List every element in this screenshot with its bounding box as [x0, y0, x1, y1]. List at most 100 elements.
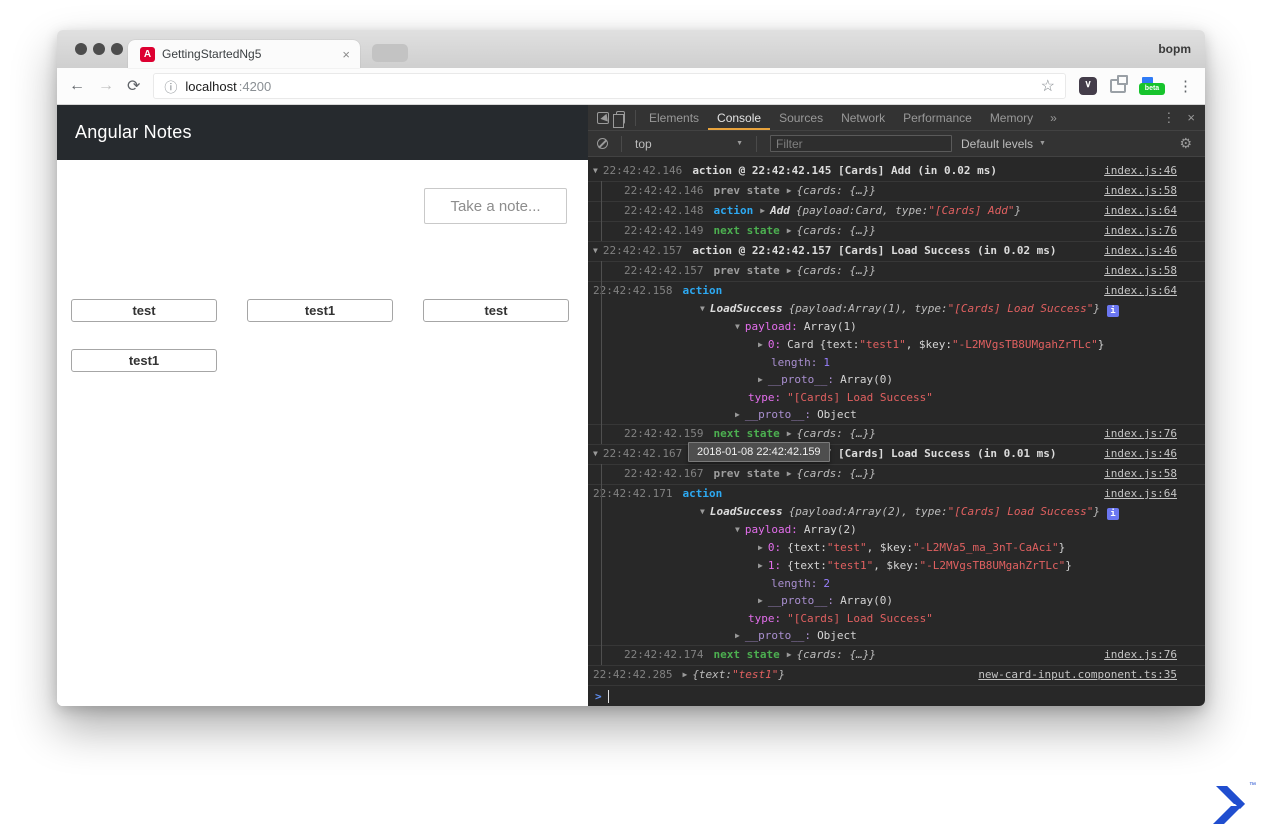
source-link[interactable]: index.js:64: [1092, 204, 1177, 218]
group-header: ▼ 22:42:42.167 action @ 22:42:42.167 [Ca…: [588, 444, 1205, 464]
chrome-menu-icon[interactable]: ⋮: [1178, 77, 1193, 95]
object-preview[interactable]: {cards: {…}}: [797, 427, 876, 441]
tab-title: GettingStartedNg5: [162, 47, 340, 61]
screenshot-extension-icon[interactable]: [1110, 79, 1126, 93]
source-link[interactable]: index.js:58: [1092, 467, 1177, 481]
source-link[interactable]: index.js:46: [1092, 447, 1177, 461]
object-preview[interactable]: {cards: {…}}: [797, 224, 876, 238]
console-group: ▼ 22:42:42.146 action @ 22:42:42.145 [Ca…: [588, 162, 1205, 241]
expand-triangle-icon[interactable]: ▶: [787, 427, 792, 441]
back-icon[interactable]: ←: [69, 77, 85, 95]
expand-triangle-icon[interactable]: ▶: [787, 224, 792, 238]
expand-triangle-icon[interactable]: ▶: [787, 184, 792, 198]
object-preview[interactable]: {cards: {…}}: [797, 467, 876, 481]
traffic-light-zoom-icon[interactable]: [111, 43, 123, 55]
source-link[interactable]: new-card-input.component.ts:35: [966, 668, 1177, 682]
expand-triangle-icon[interactable]: ▶: [735, 408, 740, 422]
expand-triangle-icon[interactable]: ▶: [758, 373, 763, 387]
forward-icon[interactable]: →: [98, 77, 114, 95]
note-card[interactable]: test: [423, 299, 569, 322]
collapse-triangle-icon[interactable]: ▼: [700, 505, 705, 519]
expand-triangle-icon[interactable]: ▶: [758, 559, 763, 573]
tab-memory[interactable]: Memory: [981, 106, 1042, 130]
more-tabs-icon[interactable]: »: [1042, 111, 1065, 125]
note-card[interactable]: test1: [71, 349, 217, 372]
tree-row: ▼ payload: Array(2): [588, 521, 1205, 539]
address-bar[interactable]: ⓘ localhost :4200 ☆: [153, 73, 1066, 99]
expand-triangle-icon[interactable]: ▶: [787, 467, 792, 481]
source-link[interactable]: index.js:64: [1092, 487, 1177, 501]
collapse-triangle-icon[interactable]: ▼: [593, 244, 598, 258]
source-link[interactable]: index.js:46: [1092, 164, 1177, 178]
console-filter-input[interactable]: [770, 135, 952, 152]
tab-close-icon[interactable]: ×: [340, 47, 352, 62]
traffic-light-minimize-icon[interactable]: [93, 43, 105, 55]
prev-state-label: prev state: [713, 264, 779, 278]
new-tab-button[interactable]: [372, 44, 408, 62]
log-levels-selector[interactable]: Default levels ▼: [961, 137, 1046, 151]
tab-performance[interactable]: Performance: [894, 106, 981, 130]
traffic-light-close-icon[interactable]: [75, 43, 87, 55]
beta-badge: beta: [1139, 83, 1165, 95]
source-link[interactable]: index.js:76: [1092, 427, 1177, 441]
tree-row: type: "[Cards] Load Success": [588, 610, 1205, 627]
info-badge-icon[interactable]: i: [1107, 305, 1119, 317]
collapse-triangle-icon[interactable]: ▼: [700, 302, 705, 316]
collapse-triangle-icon[interactable]: ▼: [593, 447, 598, 461]
console-settings-gear-icon[interactable]: ⚙: [1179, 135, 1196, 152]
collapse-triangle-icon[interactable]: ▼: [735, 523, 740, 537]
source-link[interactable]: index.js:58: [1092, 184, 1177, 198]
expand-triangle-icon[interactable]: ▶: [682, 668, 687, 682]
collapse-triangle-icon[interactable]: ▼: [593, 164, 598, 178]
object-preview[interactable]: {cards: {…}}: [797, 184, 876, 198]
source-link[interactable]: index.js:76: [1092, 224, 1177, 238]
pocket-extension-icon[interactable]: ∨: [1079, 77, 1097, 95]
expand-triangle-icon[interactable]: ▶: [787, 264, 792, 278]
source-link[interactable]: index.js:76: [1092, 648, 1177, 662]
tab-console[interactable]: Console: [708, 106, 770, 130]
reload-icon[interactable]: ⟳: [127, 76, 140, 96]
divider: [621, 136, 622, 152]
object-preview[interactable]: {cards: {…}}: [797, 648, 876, 662]
expand-triangle-icon[interactable]: ▶: [758, 594, 763, 608]
beta-extension-icon[interactable]: beta: [1139, 77, 1165, 95]
devtools-close-icon[interactable]: ×: [1187, 110, 1195, 125]
tab-elements[interactable]: Elements: [640, 106, 708, 130]
tree-row: ▶ 0: Card {text: "test1", $key: "-L2MVgs…: [588, 336, 1205, 354]
source-link[interactable]: index.js:58: [1092, 264, 1177, 278]
console-row: 22:42:42.146 prev state ▶ {cards: {…}} i…: [588, 181, 1205, 201]
device-toolbar-icon[interactable]: [616, 111, 625, 124]
context-selector[interactable]: top ▼: [635, 137, 743, 151]
note-card[interactable]: test: [71, 299, 217, 322]
devtools-menu-icon[interactable]: ⋮: [1162, 110, 1175, 126]
bookmark-star-icon[interactable]: ☆: [1041, 76, 1055, 96]
tab-network[interactable]: Network: [832, 106, 894, 130]
console-prompt[interactable]: >: [588, 685, 1205, 705]
tab-sources[interactable]: Sources: [770, 106, 832, 130]
toptal-logo: ™: [1204, 784, 1256, 830]
console-group: ▼ 22:42:42.167 action @ 22:42:42.167 [Ca…: [588, 444, 1205, 665]
tree-row: ▶ __proto__: Array(0): [588, 371, 1205, 389]
action-class-name[interactable]: Add: [770, 204, 790, 218]
object-preview[interactable]: {cards: {…}}: [797, 264, 876, 278]
page-info-icon[interactable]: ⓘ: [164, 77, 177, 96]
take-a-note-input[interactable]: [424, 188, 567, 224]
object-tree: ▼ LoadSuccess {payload: Array(2), type: …: [588, 503, 1205, 645]
clear-console-icon[interactable]: [597, 138, 608, 149]
browser-tab[interactable]: A GettingStartedNg5 ×: [128, 40, 360, 68]
info-badge-icon[interactable]: i: [1107, 508, 1119, 520]
timestamp: 22:42:42.146: [603, 164, 682, 178]
inspect-element-icon[interactable]: [597, 112, 609, 124]
os-user-label: bopm: [1158, 42, 1191, 56]
note-card[interactable]: test1: [247, 299, 393, 322]
collapse-triangle-icon[interactable]: ▼: [735, 320, 740, 334]
source-link[interactable]: index.js:46: [1092, 244, 1177, 258]
expand-triangle-icon[interactable]: ▶: [787, 648, 792, 662]
timestamp: 22:42:42.158: [593, 284, 672, 298]
expand-triangle-icon[interactable]: ▶: [735, 629, 740, 643]
expand-triangle-icon[interactable]: ▶: [758, 541, 763, 555]
source-link[interactable]: index.js:64: [1092, 284, 1177, 298]
tree-row: ▶ __proto__: Object: [588, 406, 1205, 424]
expand-triangle-icon[interactable]: ▶: [760, 204, 765, 218]
expand-triangle-icon[interactable]: ▶: [758, 338, 763, 352]
